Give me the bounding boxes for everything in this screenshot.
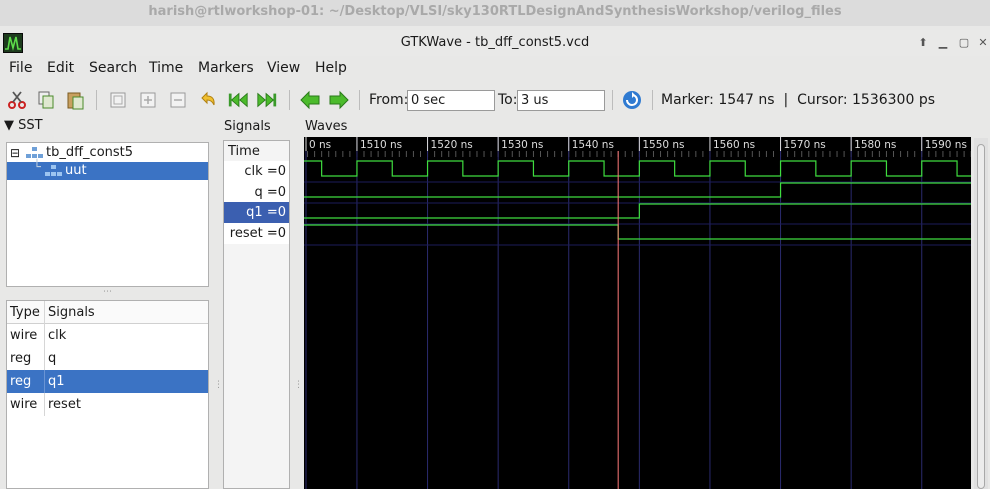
desktop-title-bar: harish@rtlworkshop-01: ~/Desktop/VLSI/sk… bbox=[0, 0, 990, 26]
window-title-bar[interactable]: GTKWave - tb_dff_const5.vcd ⬆ ▁ ▢ ✕ bbox=[0, 30, 990, 56]
ruler-tick-label: 1590 ns bbox=[925, 139, 967, 151]
row-signal: reset bbox=[48, 397, 81, 412]
module-icon bbox=[45, 165, 63, 183]
ruler-tick-label: 1560 ns bbox=[713, 139, 755, 151]
menu-time[interactable]: Time bbox=[149, 60, 183, 76]
tree-expander-icon[interactable]: ⊟ bbox=[10, 144, 20, 162]
tree-branch-line: └ bbox=[33, 160, 41, 175]
column-divider bbox=[44, 301, 45, 324]
row-type: reg bbox=[10, 351, 32, 366]
sst-tree: ⊟ tb_dff_const5 └ uut bbox=[6, 142, 209, 287]
cut-icon[interactable] bbox=[6, 89, 28, 111]
from-field[interactable]: 0 sec bbox=[407, 90, 495, 111]
column-divider bbox=[44, 324, 45, 347]
row-signal: q bbox=[48, 351, 57, 366]
ruler-tick-label: 1520 ns bbox=[431, 139, 473, 151]
signal-q1[interactable]: q1 =0 bbox=[224, 202, 289, 223]
sst-header[interactable]: ▼ SST bbox=[4, 118, 43, 133]
window-close-icon[interactable]: ✕ bbox=[975, 35, 990, 51]
collapse-triangle-icon[interactable]: ▼ bbox=[4, 118, 14, 133]
tree-item-label: tb_dff_const5 bbox=[46, 145, 134, 160]
column-header-type[interactable]: Type bbox=[10, 301, 40, 324]
q-waveform bbox=[304, 182, 971, 198]
row-type: wire bbox=[10, 328, 38, 343]
row-signal: clk bbox=[48, 328, 67, 343]
toolbar-separator bbox=[359, 90, 360, 110]
reset-waveform bbox=[304, 224, 971, 240]
vertical-scrollbar[interactable] bbox=[974, 138, 988, 489]
ruler-tick-label: 1580 ns bbox=[854, 139, 896, 151]
ruler-tick-label: 1510 ns bbox=[360, 139, 402, 151]
pane-splitter-handle[interactable]: ⋮ bbox=[214, 380, 223, 390]
copy-icon[interactable] bbox=[35, 89, 57, 111]
table-row-q1[interactable]: reg q1 bbox=[7, 370, 208, 393]
ruler-tick-label: 1540 ns bbox=[572, 139, 614, 151]
row-type: wire bbox=[10, 397, 38, 412]
to-field[interactable]: 3 us bbox=[517, 90, 605, 111]
menu-markers[interactable]: Markers bbox=[198, 60, 254, 76]
menu-edit[interactable]: Edit bbox=[47, 60, 74, 76]
window-title: GTKWave - tb_dff_const5.vcd bbox=[400, 35, 590, 50]
window-maximize-icon[interactable]: ▢ bbox=[956, 35, 972, 51]
ruler-tick-label: 1570 ns bbox=[784, 139, 826, 151]
column-header-signals[interactable]: Signals bbox=[48, 301, 95, 324]
table-row-q[interactable]: reg q bbox=[7, 347, 208, 370]
next-icon[interactable] bbox=[328, 89, 350, 111]
column-divider bbox=[44, 393, 45, 416]
signal-reset[interactable]: reset =0 bbox=[224, 223, 289, 244]
sst-title: SST bbox=[18, 118, 43, 133]
row-type: reg bbox=[10, 374, 32, 389]
scrollbar-thumb[interactable] bbox=[977, 144, 985, 489]
q1-waveform bbox=[304, 203, 971, 219]
ruler-tick-label: 1550 ns bbox=[642, 139, 684, 151]
prev-icon[interactable] bbox=[299, 89, 321, 111]
toolbar-separator bbox=[289, 90, 290, 110]
pane-splitter-handle[interactable]: ⋮ bbox=[294, 380, 303, 390]
time-label: Time bbox=[228, 144, 260, 159]
signal-q[interactable]: q =0 bbox=[224, 182, 289, 203]
zoom-in-icon[interactable] bbox=[137, 89, 159, 111]
from-label: From: bbox=[369, 92, 409, 108]
table-row-clk[interactable]: wire clk bbox=[7, 324, 208, 347]
zoom-out-icon[interactable] bbox=[167, 89, 189, 111]
zoom-fit-icon[interactable] bbox=[107, 89, 129, 111]
toolbar-separator bbox=[96, 90, 97, 110]
ruler-tick-label: 1530 ns bbox=[501, 139, 543, 151]
ruler-tick-label: 0 ns bbox=[309, 139, 331, 151]
reload-icon[interactable] bbox=[621, 89, 643, 111]
jump-end-icon[interactable] bbox=[256, 89, 278, 111]
to-label: To: bbox=[498, 92, 518, 108]
tree-item-uut[interactable]: └ uut bbox=[7, 160, 208, 183]
waveform-view[interactable]: 0 ns 1510 ns 1520 ns 1530 ns 1540 ns 1550 ns 1… bbox=[304, 137, 971, 489]
signals-list: Time clk =0 q =0 q1 =0 reset =0 bbox=[223, 140, 290, 489]
menu-bar: File Edit Search Time Markers View Help bbox=[0, 56, 990, 80]
desktop-title: harish@rtlworkshop-01: ~/Desktop/VLSI/sk… bbox=[148, 4, 842, 19]
waves-header: Waves bbox=[305, 119, 348, 134]
menu-search[interactable]: Search bbox=[89, 60, 137, 76]
sst-signal-table: Type Signals wire clk reg q reg q1 wire … bbox=[6, 300, 209, 489]
tree-item-label: uut bbox=[65, 163, 87, 178]
signal-clk[interactable]: clk =0 bbox=[224, 161, 289, 182]
window-minimize-icon[interactable]: ▁ bbox=[935, 35, 951, 51]
menu-file[interactable]: File bbox=[9, 60, 32, 76]
menu-view[interactable]: View bbox=[267, 60, 300, 76]
toolbar-separator bbox=[612, 90, 613, 110]
table-header: Type Signals bbox=[7, 301, 208, 324]
signals-header: Signals bbox=[224, 119, 271, 134]
menu-help[interactable]: Help bbox=[315, 60, 347, 76]
jump-start-icon[interactable] bbox=[227, 89, 249, 111]
column-divider bbox=[44, 347, 45, 370]
paste-icon[interactable] bbox=[64, 89, 86, 111]
clk-waveform bbox=[304, 160, 971, 177]
row-signal: q1 bbox=[48, 374, 65, 389]
toolbar: From: 0 sec To: 3 us Marker: 1547 ns | C… bbox=[0, 84, 990, 116]
undo-icon[interactable] bbox=[197, 89, 219, 111]
toolbar-separator bbox=[652, 90, 653, 110]
pane-splitter-handle[interactable]: ⋯ bbox=[103, 287, 112, 297]
column-divider bbox=[44, 370, 45, 393]
marker-cursor-status: Marker: 1547 ns | Cursor: 1536300 ps bbox=[661, 92, 935, 108]
window-up-icon[interactable]: ⬆ bbox=[915, 35, 931, 51]
table-row-reset[interactable]: wire reset bbox=[7, 393, 208, 416]
